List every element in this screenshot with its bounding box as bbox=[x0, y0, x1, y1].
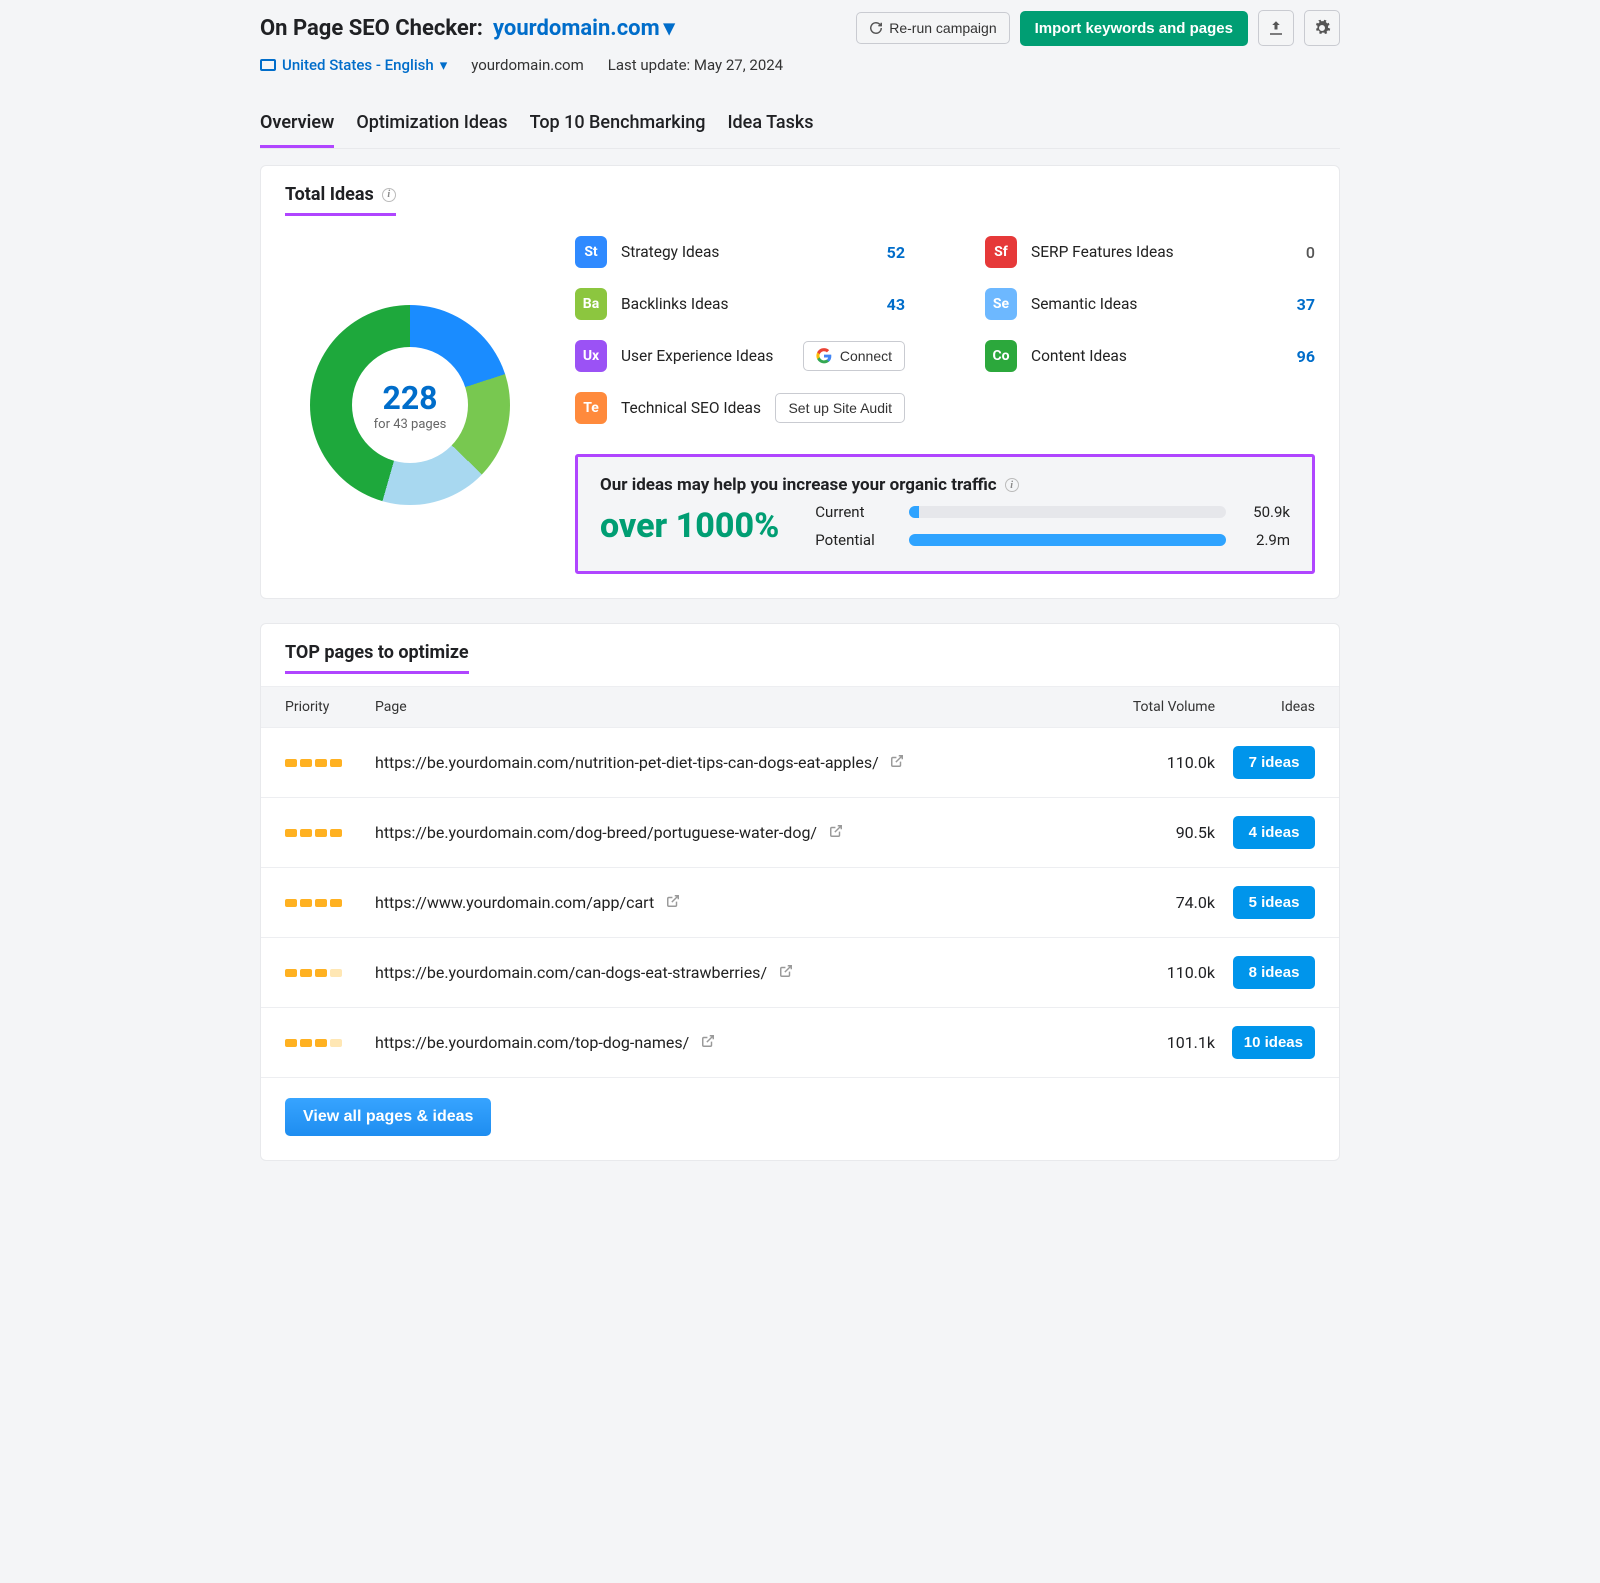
total-ideas-sub: for 43 pages bbox=[374, 417, 447, 432]
total-volume: 90.5k bbox=[1095, 823, 1215, 842]
last-update: Last update: May 27, 2024 bbox=[608, 56, 783, 74]
idea-count: 96 bbox=[1281, 347, 1315, 366]
total-volume: 74.0k bbox=[1095, 893, 1215, 912]
potential-label: Potential bbox=[815, 531, 895, 549]
idea-label: Content Ideas bbox=[1031, 347, 1267, 365]
idea-row: Ba Backlinks Ideas 43 bbox=[575, 288, 905, 320]
monitor-icon bbox=[260, 59, 276, 71]
external-link-icon[interactable] bbox=[890, 754, 904, 768]
current-label: Current bbox=[815, 503, 895, 521]
priority-indicator bbox=[285, 759, 375, 767]
idea-badge: St bbox=[575, 236, 607, 268]
sub-domain: yourdomain.com bbox=[471, 56, 584, 74]
upload-icon bbox=[1267, 19, 1285, 37]
domain-dropdown[interactable]: yourdomain.com▾ bbox=[493, 16, 675, 41]
total-volume: 110.0k bbox=[1095, 753, 1215, 772]
potential-bar bbox=[909, 534, 1226, 546]
ideas-count-button[interactable]: 8 ideas bbox=[1233, 956, 1315, 989]
idea-row: Ux User Experience Ideas Connect bbox=[575, 340, 905, 372]
priority-indicator bbox=[285, 899, 375, 907]
page-url[interactable]: https://be.yourdomain.com/nutrition-pet-… bbox=[375, 753, 879, 772]
ideas-donut-chart: 228 for 43 pages bbox=[310, 305, 510, 505]
table-header: Priority Page Total Volume Ideas bbox=[261, 686, 1339, 728]
table-row: https://be.yourdomain.com/nutrition-pet-… bbox=[261, 728, 1339, 798]
ideas-count-button[interactable]: 7 ideas bbox=[1233, 746, 1315, 779]
idea-label: Backlinks Ideas bbox=[621, 295, 857, 313]
chevron-down-icon: ▾ bbox=[440, 56, 448, 74]
tab-idea-tasks[interactable]: Idea Tasks bbox=[727, 102, 813, 148]
external-link-icon[interactable] bbox=[779, 964, 793, 978]
idea-badge: Ux bbox=[575, 340, 607, 372]
idea-row: Se Semantic Ideas 37 bbox=[985, 288, 1315, 320]
idea-badge: Te bbox=[575, 392, 607, 424]
idea-count: 0 bbox=[1281, 243, 1315, 262]
page-url[interactable]: https://www.yourdomain.com/app/cart bbox=[375, 893, 654, 912]
priority-indicator bbox=[285, 829, 375, 837]
ideas-count-button[interactable]: 4 ideas bbox=[1233, 816, 1315, 849]
priority-indicator bbox=[285, 1039, 375, 1047]
idea-badge: Sf bbox=[985, 236, 1017, 268]
tab-top10-benchmarking[interactable]: Top 10 Benchmarking bbox=[530, 102, 706, 148]
gear-icon bbox=[1313, 19, 1331, 37]
increase-percent: over 1000% bbox=[600, 506, 779, 546]
idea-label: Technical SEO Ideas bbox=[621, 399, 761, 417]
idea-row: Co Content Ideas 96 bbox=[985, 340, 1315, 372]
idea-label: Semantic Ideas bbox=[1031, 295, 1267, 313]
ideas-count-button[interactable]: 10 ideas bbox=[1232, 1026, 1315, 1059]
top-pages-title: TOP pages to optimize bbox=[285, 642, 469, 674]
page-url[interactable]: https://be.yourdomain.com/dog-breed/port… bbox=[375, 823, 817, 842]
organic-traffic-increase-box: Our ideas may help you increase your org… bbox=[575, 454, 1315, 574]
priority-indicator bbox=[285, 969, 375, 977]
page-title: On Page SEO Checker: bbox=[260, 16, 483, 41]
total-ideas-card: Total Ideas i 228 for 43 pages St Strate… bbox=[260, 165, 1340, 599]
tab-overview[interactable]: Overview bbox=[260, 102, 334, 148]
page-url[interactable]: https://be.yourdomain.com/can-dogs-eat-s… bbox=[375, 963, 767, 982]
idea-count: 37 bbox=[1281, 295, 1315, 314]
total-ideas-count: 228 bbox=[382, 379, 437, 417]
total-ideas-title: Total Ideas i bbox=[285, 184, 396, 216]
increase-heading: Our ideas may help you increase your org… bbox=[600, 475, 1290, 495]
table-row: https://www.yourdomain.com/app/cart 74.0… bbox=[261, 868, 1339, 938]
info-icon[interactable]: i bbox=[1005, 478, 1019, 492]
potential-value: 2.9m bbox=[1240, 531, 1290, 549]
import-keywords-button[interactable]: Import keywords and pages bbox=[1020, 11, 1248, 46]
chevron-down-icon: ▾ bbox=[664, 16, 675, 41]
top-pages-card: TOP pages to optimize Priority Page Tota… bbox=[260, 623, 1340, 1161]
idea-count: 52 bbox=[871, 243, 905, 262]
connect-button[interactable]: Connect bbox=[803, 341, 905, 371]
rerun-campaign-button[interactable]: Re-run campaign bbox=[856, 12, 1009, 44]
external-link-icon[interactable] bbox=[829, 824, 843, 838]
idea-label: SERP Features Ideas bbox=[1031, 243, 1267, 261]
current-value: 50.9k bbox=[1240, 503, 1290, 521]
table-row: https://be.yourdomain.com/top-dog-names/… bbox=[261, 1008, 1339, 1078]
page-url[interactable]: https://be.yourdomain.com/top-dog-names/ bbox=[375, 1033, 689, 1052]
table-row: https://be.yourdomain.com/dog-breed/port… bbox=[261, 798, 1339, 868]
setup-site-audit-button[interactable]: Set up Site Audit bbox=[775, 393, 905, 423]
idea-label: Strategy Ideas bbox=[621, 243, 857, 261]
refresh-icon bbox=[869, 21, 883, 35]
google-icon bbox=[816, 348, 832, 364]
settings-button[interactable] bbox=[1304, 10, 1340, 46]
view-all-pages-button[interactable]: View all pages & ideas bbox=[285, 1098, 491, 1136]
total-volume: 110.0k bbox=[1095, 963, 1215, 982]
idea-label: User Experience Ideas bbox=[621, 347, 789, 365]
table-row: https://be.yourdomain.com/can-dogs-eat-s… bbox=[261, 938, 1339, 1008]
tab-optimization-ideas[interactable]: Optimization Ideas bbox=[356, 102, 507, 148]
external-link-icon[interactable] bbox=[701, 1034, 715, 1048]
idea-row: St Strategy Ideas 52 bbox=[575, 236, 905, 268]
idea-count: 43 bbox=[871, 295, 905, 314]
locale-dropdown[interactable]: United States - English ▾ bbox=[260, 56, 447, 74]
export-button[interactable] bbox=[1258, 10, 1294, 46]
idea-badge: Se bbox=[985, 288, 1017, 320]
idea-badge: Ba bbox=[575, 288, 607, 320]
idea-row: Te Technical SEO Ideas Set up Site Audit bbox=[575, 392, 905, 424]
current-bar bbox=[909, 506, 1226, 518]
info-icon[interactable]: i bbox=[382, 188, 396, 202]
tabs: Overview Optimization Ideas Top 10 Bench… bbox=[260, 102, 1340, 149]
total-volume: 101.1k bbox=[1095, 1033, 1215, 1052]
external-link-icon[interactable] bbox=[666, 894, 680, 908]
ideas-count-button[interactable]: 5 ideas bbox=[1233, 886, 1315, 919]
idea-row: Sf SERP Features Ideas 0 bbox=[985, 236, 1315, 268]
idea-badge: Co bbox=[985, 340, 1017, 372]
